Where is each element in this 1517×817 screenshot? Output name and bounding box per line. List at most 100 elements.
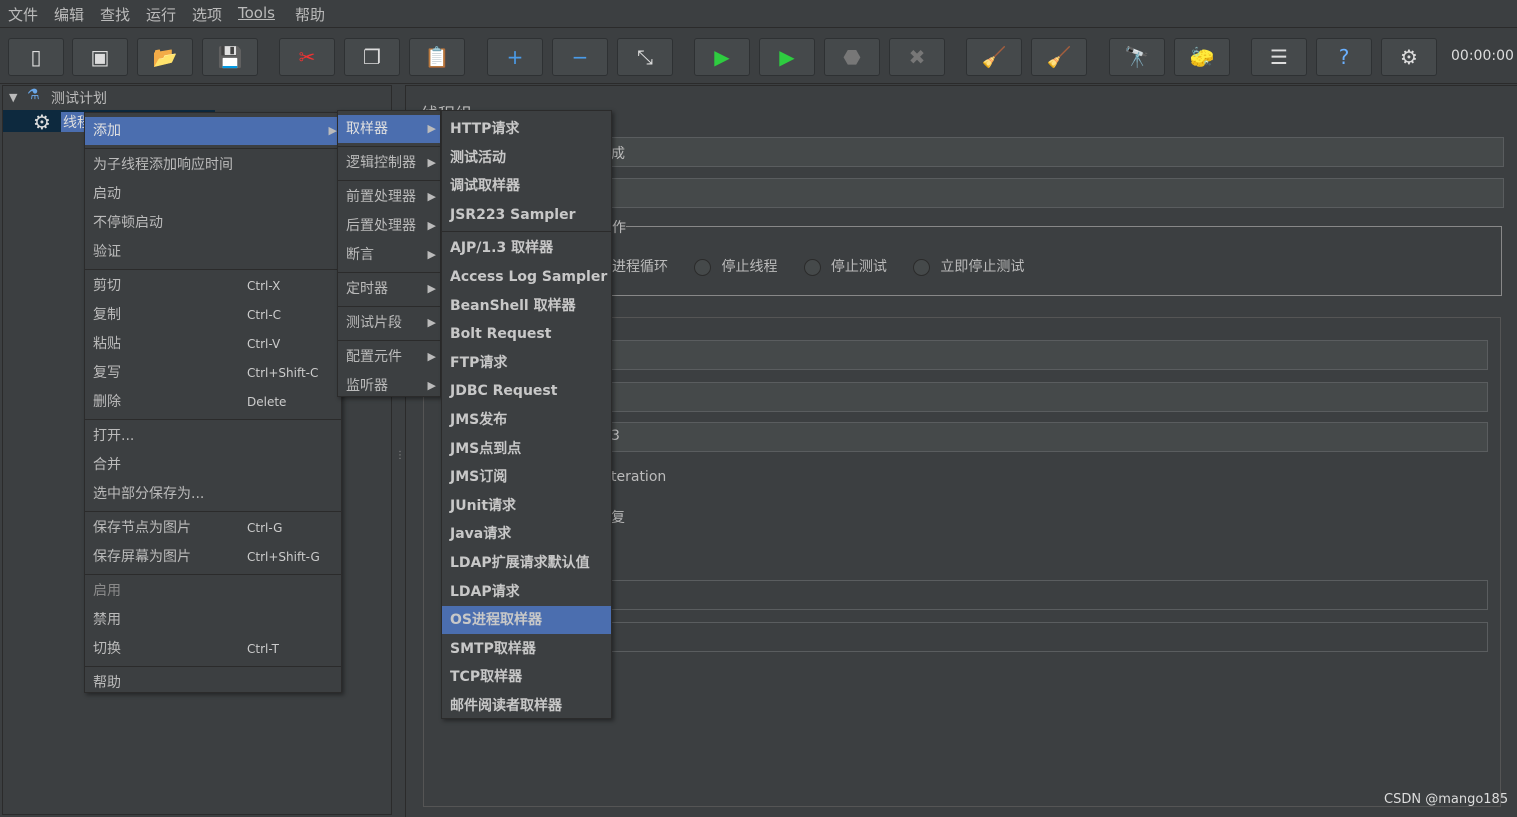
menu-item[interactable]: 复写 Ctrl+Shift-C: [85, 359, 341, 387]
menu-5[interactable]: Tools: [238, 4, 275, 22]
expand-icon: +: [506, 45, 524, 69]
menu-item[interactable]: 监听器 ▶: [338, 372, 440, 400]
stop-button[interactable]: ⬣: [824, 38, 880, 76]
radio-label[interactable]: 立即停止测试: [940, 259, 1024, 275]
menu-1[interactable]: 编辑: [54, 4, 84, 25]
loop-count-field[interactable]: 3: [606, 422, 1488, 452]
menu-item[interactable]: 定时器 ▶: [338, 275, 440, 303]
menu-item[interactable]: 启动: [85, 180, 341, 208]
menu-item[interactable]: JSR223 Sampler: [442, 201, 611, 229]
menu-item[interactable]: AJP/1.3 取样器: [442, 234, 611, 262]
menu-item[interactable]: JMS发布: [442, 406, 611, 434]
menu-item[interactable]: 打开...: [85, 422, 341, 450]
toggle-button[interactable]: ⤡: [617, 38, 673, 76]
startup-delay-field[interactable]: [606, 622, 1488, 652]
tree-node-test-plan[interactable]: 测试计划: [51, 88, 107, 108]
menu-item[interactable]: 添加 ▶: [85, 117, 341, 145]
start-button[interactable]: ▶: [694, 38, 750, 76]
cut-button[interactable]: ✂: [279, 38, 335, 76]
menu-item[interactable]: JMS点到点: [442, 435, 611, 463]
menu-item[interactable]: 剪切 Ctrl-X: [85, 272, 341, 300]
menu-item[interactable]: LDAP请求: [442, 578, 611, 606]
paste-button[interactable]: 📋: [409, 38, 465, 76]
menu-item-label: 合并: [93, 457, 121, 473]
menu-item[interactable]: Access Log Sampler: [442, 263, 611, 291]
menu-item[interactable]: 验证: [85, 238, 341, 266]
menu-item[interactable]: 复制 Ctrl-C: [85, 301, 341, 329]
menu-item[interactable]: BeanShell 取样器: [442, 292, 611, 320]
menu-item[interactable]: 调试取样器: [442, 172, 611, 200]
expand-button[interactable]: +: [487, 38, 543, 76]
radio-stop-thread[interactable]: [694, 258, 712, 276]
menu-item[interactable]: 保存节点为图片 Ctrl-G: [85, 514, 341, 542]
same-user-iteration-label[interactable]: teration: [611, 469, 666, 485]
radio-stop-test[interactable]: [803, 258, 821, 276]
remote-button[interactable]: ⚙: [1381, 38, 1437, 76]
delay-thread-label[interactable]: 复: [611, 507, 625, 527]
radio-label-continue[interactable]: 进程循环: [612, 259, 668, 275]
duration-field[interactable]: [606, 580, 1488, 610]
clear-button[interactable]: 🧹: [966, 38, 1022, 76]
menu-item[interactable]: 测试活动: [442, 144, 611, 172]
menu-item[interactable]: JMS订阅: [442, 463, 611, 491]
menu-item[interactable]: 启用: [85, 577, 341, 605]
menu-2[interactable]: 查找: [100, 4, 130, 25]
menu-3[interactable]: 运行: [146, 4, 176, 25]
radio-stop-test-now[interactable]: [913, 258, 931, 276]
menu-item[interactable]: Bolt Request: [442, 320, 611, 348]
menu-item[interactable]: 测试片段 ▶: [338, 309, 440, 337]
menu-item[interactable]: 配置元件 ▶: [338, 343, 440, 371]
name-field[interactable]: 成: [606, 137, 1504, 167]
menu-item[interactable]: 选中部分保存为...: [85, 480, 341, 508]
menu-item[interactable]: 帮助: [85, 669, 341, 697]
menu-item[interactable]: 合并: [85, 451, 341, 479]
menu-item[interactable]: 前置处理器 ▶: [338, 183, 440, 211]
shutdown-button[interactable]: ✖: [889, 38, 945, 76]
comment-field[interactable]: [606, 178, 1504, 208]
expand-arrow-icon[interactable]: ▼: [9, 91, 17, 104]
menu-item[interactable]: LDAP扩展请求默认值: [442, 549, 611, 577]
threads-field[interactable]: [606, 340, 1488, 370]
menu-item[interactable]: 粘贴 Ctrl-V: [85, 330, 341, 358]
menu-item[interactable]: 禁用: [85, 606, 341, 634]
menu-item[interactable]: JUnit请求: [442, 492, 611, 520]
menu-item[interactable]: HTTP请求: [442, 115, 611, 143]
menu-item[interactable]: 逻辑控制器 ▶: [338, 149, 440, 177]
menu-item[interactable]: 不停顿启动: [85, 209, 341, 237]
reset-search-button[interactable]: 🧽: [1174, 38, 1230, 76]
menu-item[interactable]: Java请求: [442, 520, 611, 548]
menu-item[interactable]: 为子线程添加响应时间: [85, 151, 341, 179]
menu-item[interactable]: SMTP取样器: [442, 635, 611, 663]
clear-all-button[interactable]: 🧹: [1031, 38, 1087, 76]
menu-item[interactable]: 断言 ▶: [338, 241, 440, 269]
menu-item[interactable]: OS进程取样器: [442, 606, 611, 635]
menu-item[interactable]: 后置处理器 ▶: [338, 212, 440, 240]
new-button[interactable]: ▯: [8, 38, 64, 76]
collapse-button[interactable]: −: [552, 38, 608, 76]
elapsed-timer: 00:00:00: [1451, 48, 1514, 64]
function-helper-button[interactable]: ☰: [1251, 38, 1307, 76]
menu-item[interactable]: TCP取样器: [442, 663, 611, 691]
open-button[interactable]: 📂: [137, 38, 193, 76]
menu-item[interactable]: 保存屏幕为图片 Ctrl+Shift-G: [85, 543, 341, 571]
menu-4[interactable]: 选项: [192, 4, 222, 25]
copy-button[interactable]: ❐: [344, 38, 400, 76]
radio-label[interactable]: 停止线程: [721, 259, 777, 275]
search-button[interactable]: 🔭: [1109, 38, 1165, 76]
menu-item[interactable]: JDBC Request: [442, 377, 611, 405]
start-no-pauses-button[interactable]: ▶: [759, 38, 815, 76]
radio-label[interactable]: 停止测试: [831, 259, 887, 275]
menu-item-label: HTTP请求: [450, 121, 520, 137]
menu-0[interactable]: 文件: [8, 4, 38, 25]
ramp-up-field[interactable]: [606, 382, 1488, 412]
save-button[interactable]: 💾: [202, 38, 258, 76]
menu-item[interactable]: 删除 Delete: [85, 388, 341, 416]
menu-item[interactable]: 切换 Ctrl-T: [85, 635, 341, 663]
help-button[interactable]: ?: [1316, 38, 1372, 76]
templates-button[interactable]: ▣: [72, 38, 128, 76]
menu-item[interactable]: FTP请求: [442, 349, 611, 377]
menu-item[interactable]: 取样器 ▶: [338, 115, 440, 143]
split-handle[interactable]: ⋮: [395, 450, 405, 461]
menu-6[interactable]: 帮助: [295, 4, 325, 25]
menu-item[interactable]: 邮件阅读者取样器: [442, 692, 611, 720]
